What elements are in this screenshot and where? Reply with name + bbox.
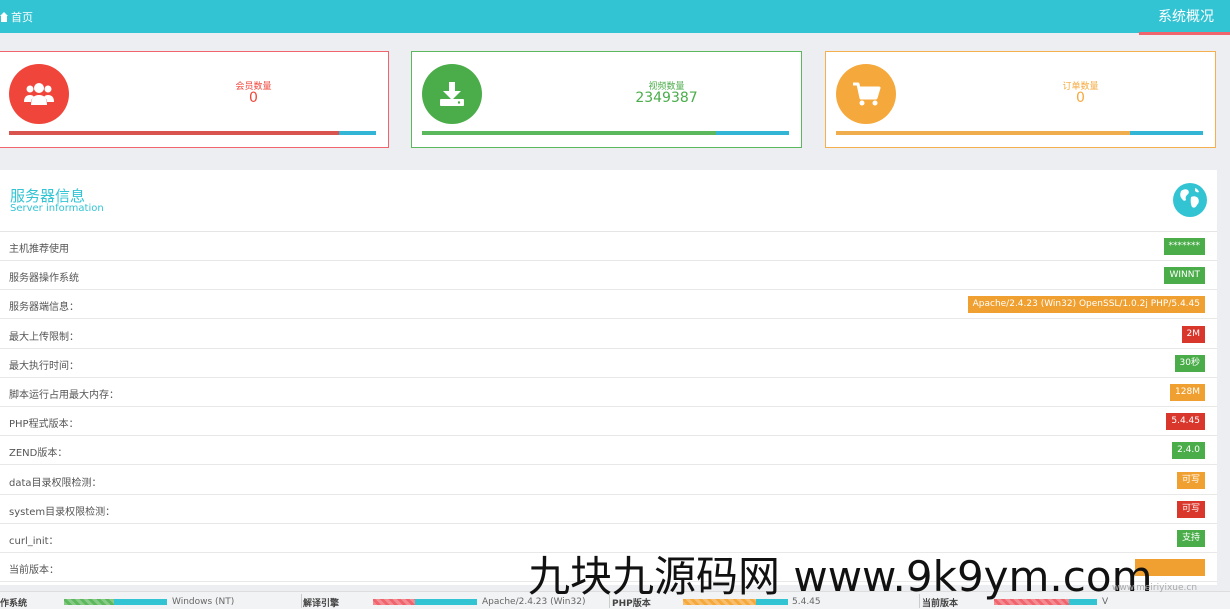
footer-value: Windows (NT) (172, 597, 235, 607)
server-info-panel: 服务器信息 Server information 主机推荐使用 ******* 服务… (0, 170, 1217, 585)
top-bar: 首页 系统概况 (0, 0, 1230, 33)
info-row: 服务器端信息： Apache/2.4.23 (Win32) OpenSSL/1.0… (0, 290, 1217, 320)
info-row-value-badge: 2M (1181, 325, 1205, 343)
info-row-value-badge: WINNT (1164, 267, 1205, 285)
card-progress-bar (836, 131, 1203, 135)
info-row-value-badge: 可写 (1176, 500, 1205, 518)
info-row: ZEND版本： 2.4.0 (0, 436, 1217, 466)
footer-os-cell: 作系统 Windows (NT) (0, 592, 300, 609)
info-row-label: 最大执行时间： (9, 360, 79, 372)
info-row: 最大执行时间： 30秒 (0, 349, 1217, 378)
info-row-label: 最大上传限制： (9, 331, 79, 343)
home-icon (0, 12, 8, 22)
card-value: 2349387 (635, 90, 698, 106)
info-row-label: curl_init： (9, 536, 59, 547)
footer-label: 解译引擎 (303, 599, 340, 609)
panel-header: 服务器信息 Server information (0, 170, 1217, 232)
info-row-value-badge: 2.4.0 (1172, 442, 1205, 460)
info-row-label: ZEND版本： (9, 448, 68, 460)
watermark-logo: www.meiriyixue.cn (1112, 583, 1198, 593)
info-row-value-badge: 可写 (1176, 471, 1205, 489)
info-row-value-badge: ******* (1163, 238, 1205, 255)
info-row: data目录权限检测： 可写 (0, 466, 1217, 495)
info-row-label: 脚本运行占用最大内存： (9, 390, 119, 401)
info-row-value-badge: Apache/2.4.23 (Win32) OpenSSL/1.0.2j PHP… (967, 296, 1205, 314)
page-title[interactable]: 系统概况 (1158, 6, 1214, 26)
home-link[interactable]: 首页 (0, 9, 33, 25)
watermark-text: 九块九源码网 www.9k9ym.com (528, 552, 1153, 601)
info-row: 脚本运行占用最大内存： 128M (0, 378, 1217, 407)
info-row: PHP程式版本： 5.4.45 (0, 407, 1217, 437)
card-value: 0 (249, 90, 258, 106)
info-row: 服务器操作系统 WINNT (0, 261, 1217, 291)
card-progress-bar (422, 131, 789, 135)
card-value: 0 (1076, 90, 1085, 106)
info-row-value-badge: 支持 (1176, 530, 1205, 547)
footer-bar (373, 599, 477, 605)
globe-icon (1173, 183, 1207, 217)
info-row: system目录权限检测： 可写 (0, 495, 1217, 524)
info-row-value-badge: 30秒 (1174, 354, 1205, 372)
info-row-label: 服务器操作系统 (9, 273, 79, 285)
home-label: 首页 (11, 11, 33, 24)
footer-bar (64, 599, 167, 605)
order-count-card: 订单数量 0 (825, 51, 1216, 148)
info-row-value-badge: 5.4.45 (1166, 413, 1205, 431)
footer-label: 作系统 (0, 599, 28, 609)
info-row-label: PHP程式版本： (9, 419, 79, 431)
info-row-label: 服务器端信息： (9, 302, 79, 314)
video-count-card: 视频数量 2349387 (411, 51, 802, 148)
info-row-label: 当前版本： (9, 565, 59, 577)
member-count-card: 会员数量 0 (0, 51, 389, 148)
info-row: 最大上传限制： 2M (0, 320, 1217, 349)
info-row-label: data目录权限检测： (9, 477, 102, 489)
info-row-value-badge: 128M (1170, 384, 1205, 401)
active-tab-underline (1139, 32, 1230, 35)
info-row: 主机推荐使用 ******* (0, 232, 1217, 261)
info-row-label: 主机推荐使用 (9, 244, 69, 255)
card-progress-bar (9, 131, 376, 135)
info-row-label: system目录权限检测： (9, 506, 116, 518)
panel-subtitle: Server information (10, 203, 104, 214)
